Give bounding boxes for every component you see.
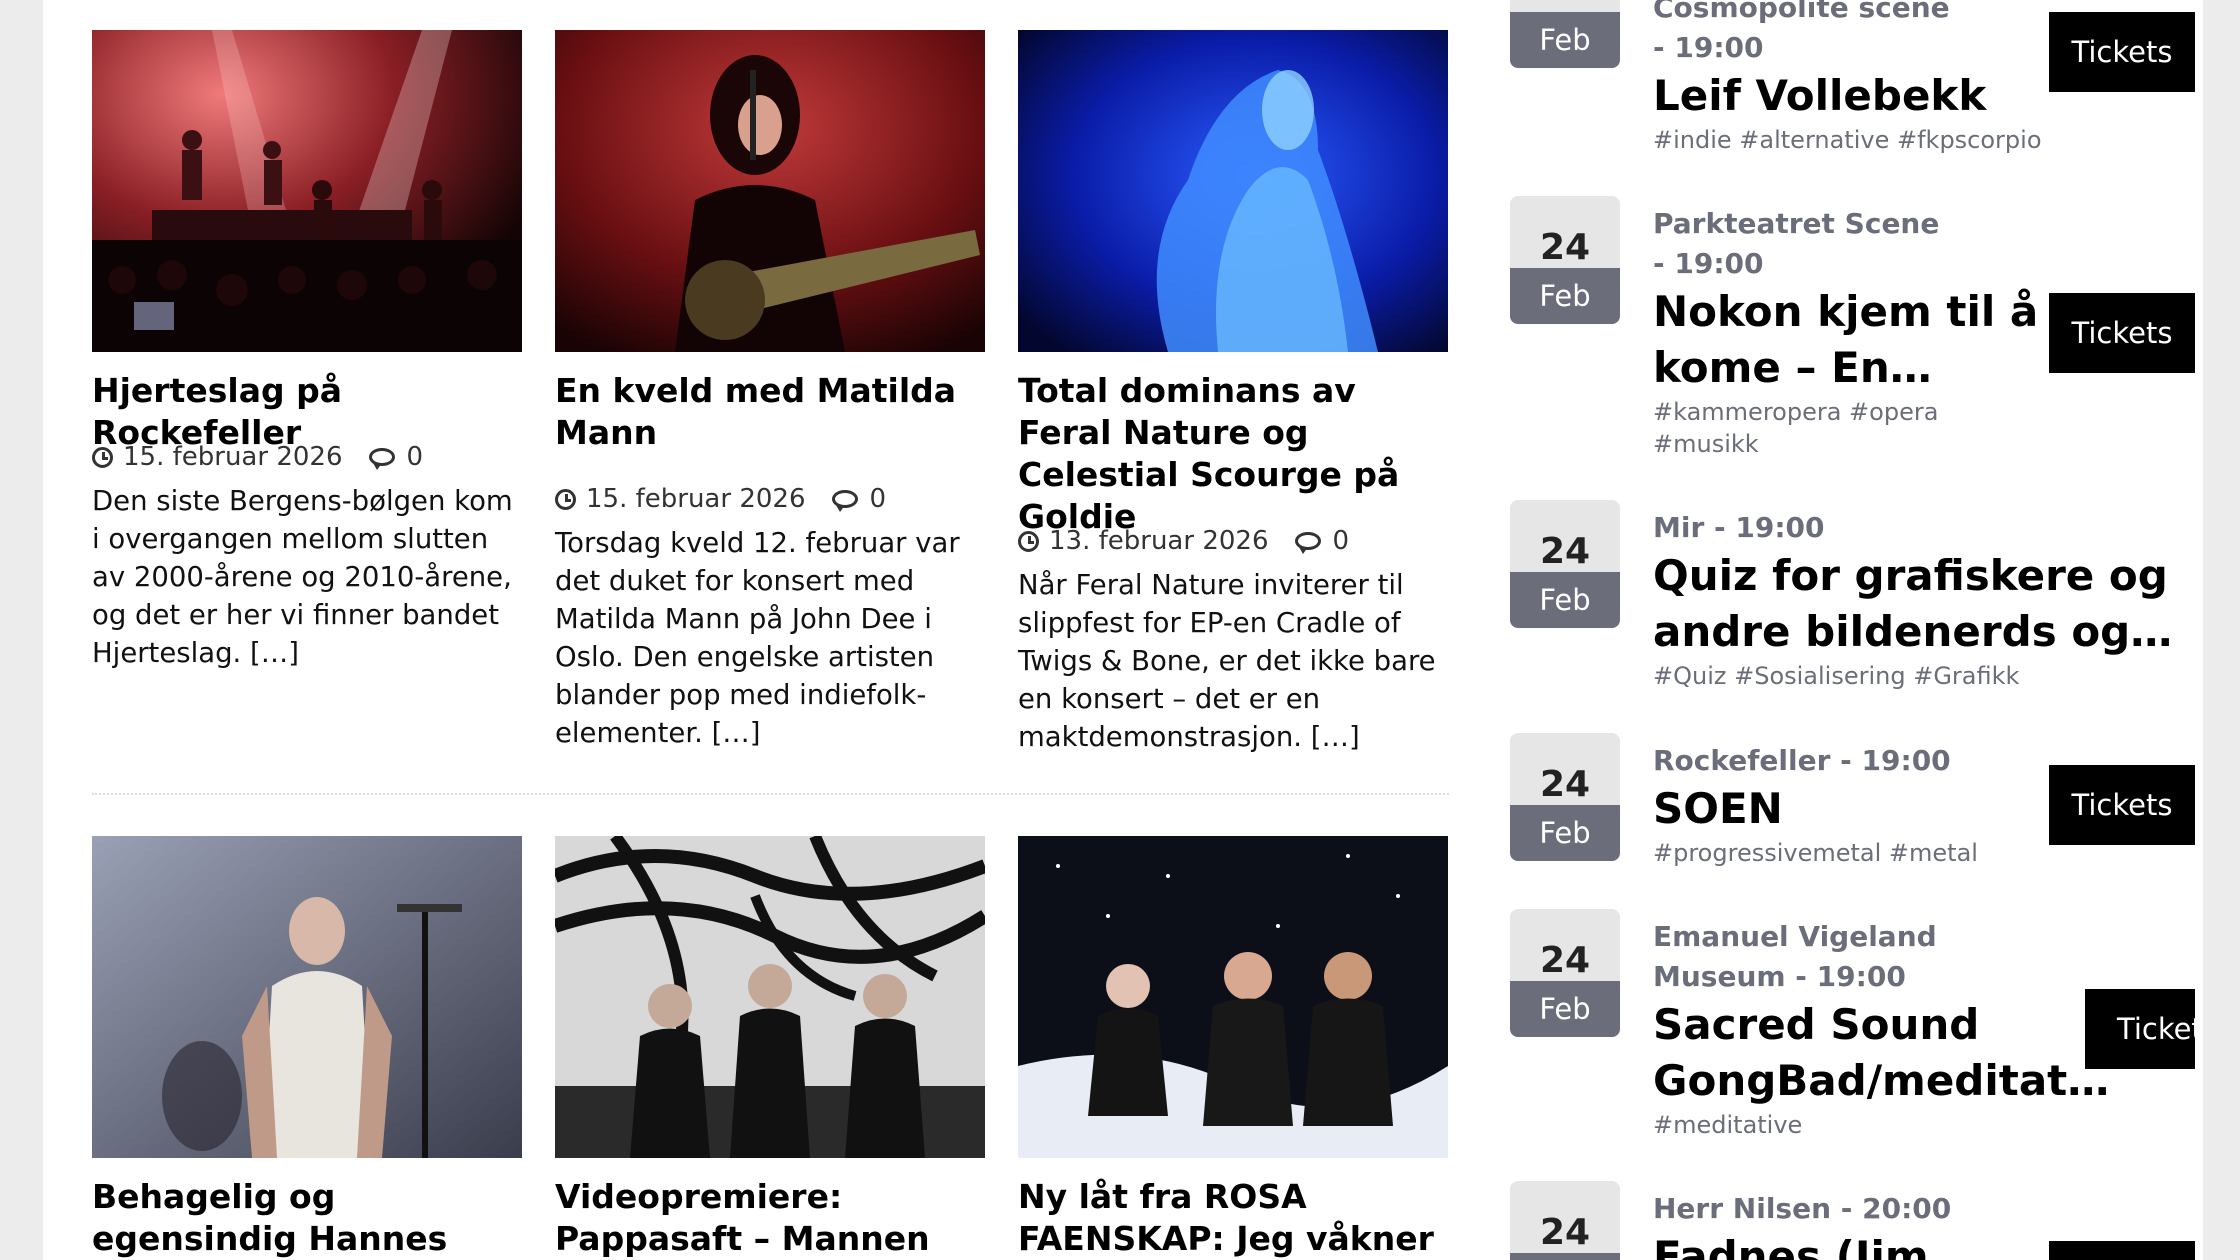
comment-count[interactable]: 0 <box>407 442 424 472</box>
tickets-button[interactable]: Tickets <box>2049 12 2195 92</box>
article-image-blue-singer[interactable] <box>1018 30 1448 352</box>
event-title-line1[interactable]: Sacred Sound <box>1653 997 1979 1053</box>
article-title[interactable]: Ny låt fra ROSA FAENSKAP: Jeg våkner sna… <box>1018 1176 1458 1260</box>
article-excerpt: Torsdag kveld 12. februar var det duket … <box>555 527 960 749</box>
comment-icon <box>1294 532 1321 554</box>
article-title[interactable]: En kveld med Matilda Mann <box>555 370 995 454</box>
article-image-band-snow[interactable] <box>1018 836 1448 1158</box>
article-image-singer-guitar[interactable] <box>555 30 985 352</box>
tickets-button[interactable]: Tickets <box>2049 293 2195 373</box>
article-image-band-mural[interactable] <box>555 836 985 1158</box>
comment-icon <box>368 448 395 470</box>
event-date: 24 Feb <box>1510 196 1620 324</box>
event-venue: Emanuel Vigeland Museum - 19:00 <box>1653 920 1937 993</box>
comment-icon <box>831 490 858 512</box>
event-month: Feb <box>1510 572 1620 628</box>
event-title[interactable]: SOEN <box>1653 781 1783 837</box>
event-tags: #Quiz #Sosialisering #Grafikk <box>1653 662 2020 690</box>
article-grid: Hjerteslag på Rockefeller 15. februar 20… <box>43 0 1449 1260</box>
tickets-button[interactable] <box>2049 1241 2195 1260</box>
event-venue: Mir - 19:00 <box>1653 511 1825 544</box>
article-meta: 15. februar 2026 0 <box>92 440 423 474</box>
article-image-concert-crowd[interactable] <box>92 30 522 352</box>
event-month <box>1510 1253 1620 1260</box>
event-month: Feb <box>1510 268 1620 324</box>
event-title[interactable]: Leif Vollebekk <box>1653 68 1986 124</box>
event-day: 24 <box>1510 500 1620 572</box>
event-month: Feb <box>1510 805 1620 861</box>
clock-icon <box>1018 530 1039 552</box>
article-title[interactable]: Behagelig og egensindig Hannes <box>92 1176 532 1260</box>
event-date: 24 Feb <box>1510 909 1620 1037</box>
event-venue: Cosmopolite scene - 19:00 <box>1653 0 1950 64</box>
comment-count[interactable]: 0 <box>1333 526 1350 556</box>
article-date: 15. februar 2026 <box>586 484 806 514</box>
event-title-line2[interactable]: kome – En… <box>1653 340 1932 396</box>
event-month: Feb <box>1510 981 1620 1037</box>
event-tags: #progressivemetal #metal <box>1653 839 1978 867</box>
event-date: Feb <box>1510 0 1620 68</box>
article-title[interactable]: Videopremiere: Pappasaft – Mannen over V… <box>555 1176 995 1260</box>
event-title-line2[interactable]: GongBad/meditat… <box>1653 1053 2109 1109</box>
article-date: 13. februar 2026 <box>1049 526 1269 556</box>
article-meta: 13. februar 2026 0 <box>1018 524 1349 558</box>
event-day: 24 <box>1510 733 1620 805</box>
event-day: 24 <box>1510 1181 1620 1253</box>
event-venue: Herr Nilsen - 20:00 <box>1653 1192 1952 1225</box>
event-date: 24 <box>1510 1181 1620 1260</box>
article-title[interactable]: Total dominans av Feral Nature og Celest… <box>1018 370 1458 538</box>
event-day <box>1510 0 1620 12</box>
event-tags: #kammeropera #opera #musikk <box>1653 398 1939 458</box>
clock-icon <box>92 446 113 468</box>
event-day: 24 <box>1510 909 1620 981</box>
article-excerpt: Den siste Bergens-bølgen kom i overgange… <box>92 485 513 669</box>
article-excerpt: Når Feral Nature inviterer til slippfest… <box>1018 569 1436 753</box>
clock-icon <box>555 488 576 510</box>
event-venue: Parkteatret Scene - 19:00 <box>1653 207 1940 280</box>
tickets-button[interactable]: Tickets <box>2049 765 2195 845</box>
event-venue: Rockefeller - 19:00 <box>1653 744 1951 777</box>
page: Hjerteslag på Rockefeller 15. februar 20… <box>43 0 2203 1260</box>
event-title-line1[interactable]: Quiz for grafiskere og <box>1653 548 2168 604</box>
event-title-line2[interactable]: andre bildenerds og… <box>1653 604 2172 660</box>
event-title-line1[interactable]: Nokon kjem til å <box>1653 284 2038 340</box>
event-tags: #indie #alternative #fkpscorpio <box>1653 126 2042 154</box>
event-month: Feb <box>1510 12 1620 68</box>
article-date: 15. februar 2026 <box>123 442 343 472</box>
event-title-line1[interactable]: Fadnes (Jim <box>1653 1229 1929 1260</box>
event-date: 24 Feb <box>1510 500 1620 628</box>
article-meta: 15. februar 2026 0 <box>555 482 886 516</box>
row-divider <box>92 793 1449 795</box>
comment-count[interactable]: 0 <box>870 484 887 514</box>
event-date: 24 Feb <box>1510 733 1620 861</box>
event-day: 24 <box>1510 196 1620 268</box>
tickets-button[interactable]: Tickets <box>2085 989 2195 1069</box>
article-image-singer-stage[interactable] <box>92 836 522 1158</box>
event-tags: #meditative <box>1653 1111 1803 1139</box>
